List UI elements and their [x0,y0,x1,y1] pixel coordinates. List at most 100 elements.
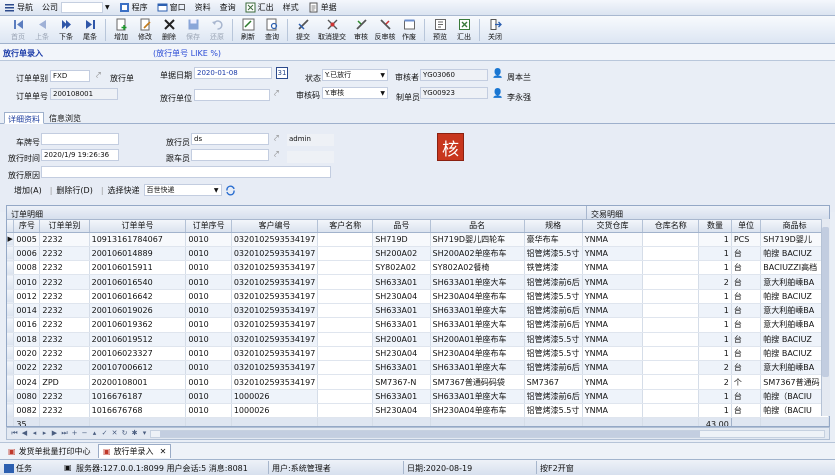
cell-unit[interactable]: 台 [731,289,762,304]
cell-item-no[interactable]: SH230A04 [372,403,431,419]
cell-spec[interactable]: 铝管烤漆前6后 [524,317,583,333]
preview-button[interactable]: 预览 [428,16,452,43]
cell-item-no[interactable]: SH230A04 [372,289,431,304]
cell-unit[interactable]: 台 [731,332,762,347]
cell-item-name[interactable]: SY802A02餐椅 [430,260,525,276]
nav-first-icon[interactable]: ⏮ [10,429,19,438]
cell-item-no[interactable]: SH230A04 [372,346,431,362]
cell-item-no[interactable]: SH633A01 [372,360,431,376]
cell-spec[interactable]: 铝管烤漆5.5寸 [524,246,583,262]
cell-warehouse-name[interactable] [642,403,700,419]
row-selector[interactable] [7,332,15,347]
cell-order-no[interactable]: 200106019362 [89,317,187,333]
refresh-icon[interactable] [225,185,236,196]
table-row[interactable]: 0008 2232 200106015911 0010 0320102593534197… [7,260,829,276]
cell-item-name[interactable]: SM7367普通码码袋 [430,374,525,390]
cell-warehouse-name[interactable] [642,389,700,405]
menu-nav[interactable]: 导航 [4,2,33,13]
cell-product-tag[interactable]: BACIUZZI高档 [760,260,829,276]
cell-warehouse-name[interactable] [642,346,700,362]
row-selector[interactable] [7,274,15,290]
col-qty[interactable]: 数量 [698,220,732,233]
cell-customer-name[interactable] [317,374,374,390]
cell-item-name[interactable]: SH633A01单座大车 [430,317,525,333]
cell-customer-no[interactable]: 0320102593534197 [231,246,319,262]
cell-warehouse-name[interactable] [642,374,700,390]
cell-customer-name[interactable] [317,303,374,319]
last-button[interactable]: 尾条 [78,16,102,43]
cell-item-no[interactable]: SM7367-N [372,374,431,390]
cell-warehouse[interactable]: YNMA [582,360,644,376]
doc-tab-release-entry[interactable]: ▣ 放行单录入 ✕ [98,444,172,458]
nav-refresh-icon[interactable]: ↻ [120,429,129,438]
cell-item-name[interactable]: SH633A01单座大车 [430,360,525,376]
cell-seq[interactable]: 0080 [13,389,41,405]
cell-seq[interactable]: 0012 [13,289,41,304]
cell-customer-no[interactable]: 1000026 [231,403,319,419]
cell-qty[interactable]: 1 [698,332,732,347]
cell-order-type[interactable]: 2232 [39,332,90,347]
cell-spec[interactable]: 铝管烤漆前6后 [524,274,583,290]
cell-unit[interactable]: 台 [731,389,762,405]
cell-product-tag[interactable]: 帕搜 BACIUZ [760,332,829,347]
cell-item-no[interactable]: SH633A01 [372,303,431,319]
cell-item-no[interactable]: SH200A01 [372,332,431,347]
menu-export[interactable]: 汇出 [245,2,274,13]
link-icon[interactable]: ⤤ [96,71,101,81]
menu-query[interactable]: 查询 [220,2,236,13]
cell-seq[interactable]: 0006 [13,246,41,262]
cell-item-name[interactable]: SH230A04单座布车 [430,403,525,419]
cell-customer-no[interactable]: 0320102593534197 [231,260,319,276]
cell-warehouse[interactable]: YNMA [582,289,644,304]
cell-customer-name[interactable] [317,346,374,362]
cell-spec[interactable]: 铁管烤漆 [524,260,583,276]
delete-button[interactable]: 删除 [157,16,181,43]
col-item-no[interactable]: 品号 [372,220,431,233]
row-selector[interactable] [7,303,15,319]
cell-customer-no[interactable]: 0320102593534197 [231,317,319,333]
cell-order-no[interactable]: 200106016540 [89,274,187,290]
cell-warehouse-name[interactable] [642,289,700,304]
cell-qty[interactable]: 2 [698,360,732,376]
cell-product-tag[interactable]: SM7367普通码 [760,374,829,390]
nav-filter-icon[interactable]: ▾ [140,429,149,438]
plate-input[interactable] [41,133,119,145]
cell-order-no[interactable]: 1016676768 [89,403,187,419]
nav-add-icon[interactable]: + [70,429,79,438]
vertical-scroll-thumb[interactable] [822,227,829,377]
cell-unit[interactable]: 台 [731,403,762,419]
table-row[interactable]: 0010 2232 200106016540 0010 0320102593534197… [7,274,829,290]
cell-customer-name[interactable] [317,289,374,304]
cell-order-no[interactable]: 20200108001 [89,374,187,390]
cell-spec[interactable]: 铝管烤漆前6后 [524,303,583,319]
nav-confirm-icon[interactable]: ✓ [100,429,109,438]
cell-order-type[interactable]: 2232 [39,303,90,319]
cell-warehouse-name[interactable] [642,332,700,347]
cell-order-seq[interactable]: 0010 [185,303,232,319]
undo-button[interactable]: 还原 [205,16,229,43]
save-button[interactable]: 保存 [181,16,205,43]
delete-row-button[interactable]: 删除行(D) [56,185,92,196]
calendar-icon[interactable]: 31 [276,67,288,79]
cell-customer-name[interactable] [317,274,374,290]
nav-bookmark-icon[interactable]: ✱ [130,429,139,438]
cell-customer-no[interactable]: 0320102593534197 [231,274,319,290]
cell-order-seq[interactable]: 0010 [185,389,232,405]
cell-order-seq[interactable]: 0010 [185,346,232,362]
status-select[interactable]: Y.已放行 ▼ [322,69,388,81]
cell-spec[interactable]: SM7367 [524,374,583,390]
cell-seq[interactable]: 0010 [13,274,41,290]
courier-select[interactable]: 百世快递 ▼ [143,184,222,196]
cell-order-seq[interactable]: 0010 [185,289,232,304]
row-selector[interactable] [7,317,15,333]
cell-product-tag[interactable]: 意大利舶嵊BA [760,360,829,376]
reason-input[interactable] [41,166,331,178]
cell-order-type[interactable]: 2232 [39,346,90,362]
cell-customer-no[interactable]: 0320102593534197 [231,232,319,247]
export-button[interactable]: 汇出 [452,16,476,43]
cell-spec[interactable]: 豪华布车 [524,232,583,247]
nav-remove-icon[interactable]: − [80,429,89,438]
audit-button[interactable]: 审核 [349,16,373,43]
col-warehouse[interactable]: 交货仓库 [582,220,644,233]
cell-customer-no[interactable]: 0320102593534197 [231,374,319,390]
